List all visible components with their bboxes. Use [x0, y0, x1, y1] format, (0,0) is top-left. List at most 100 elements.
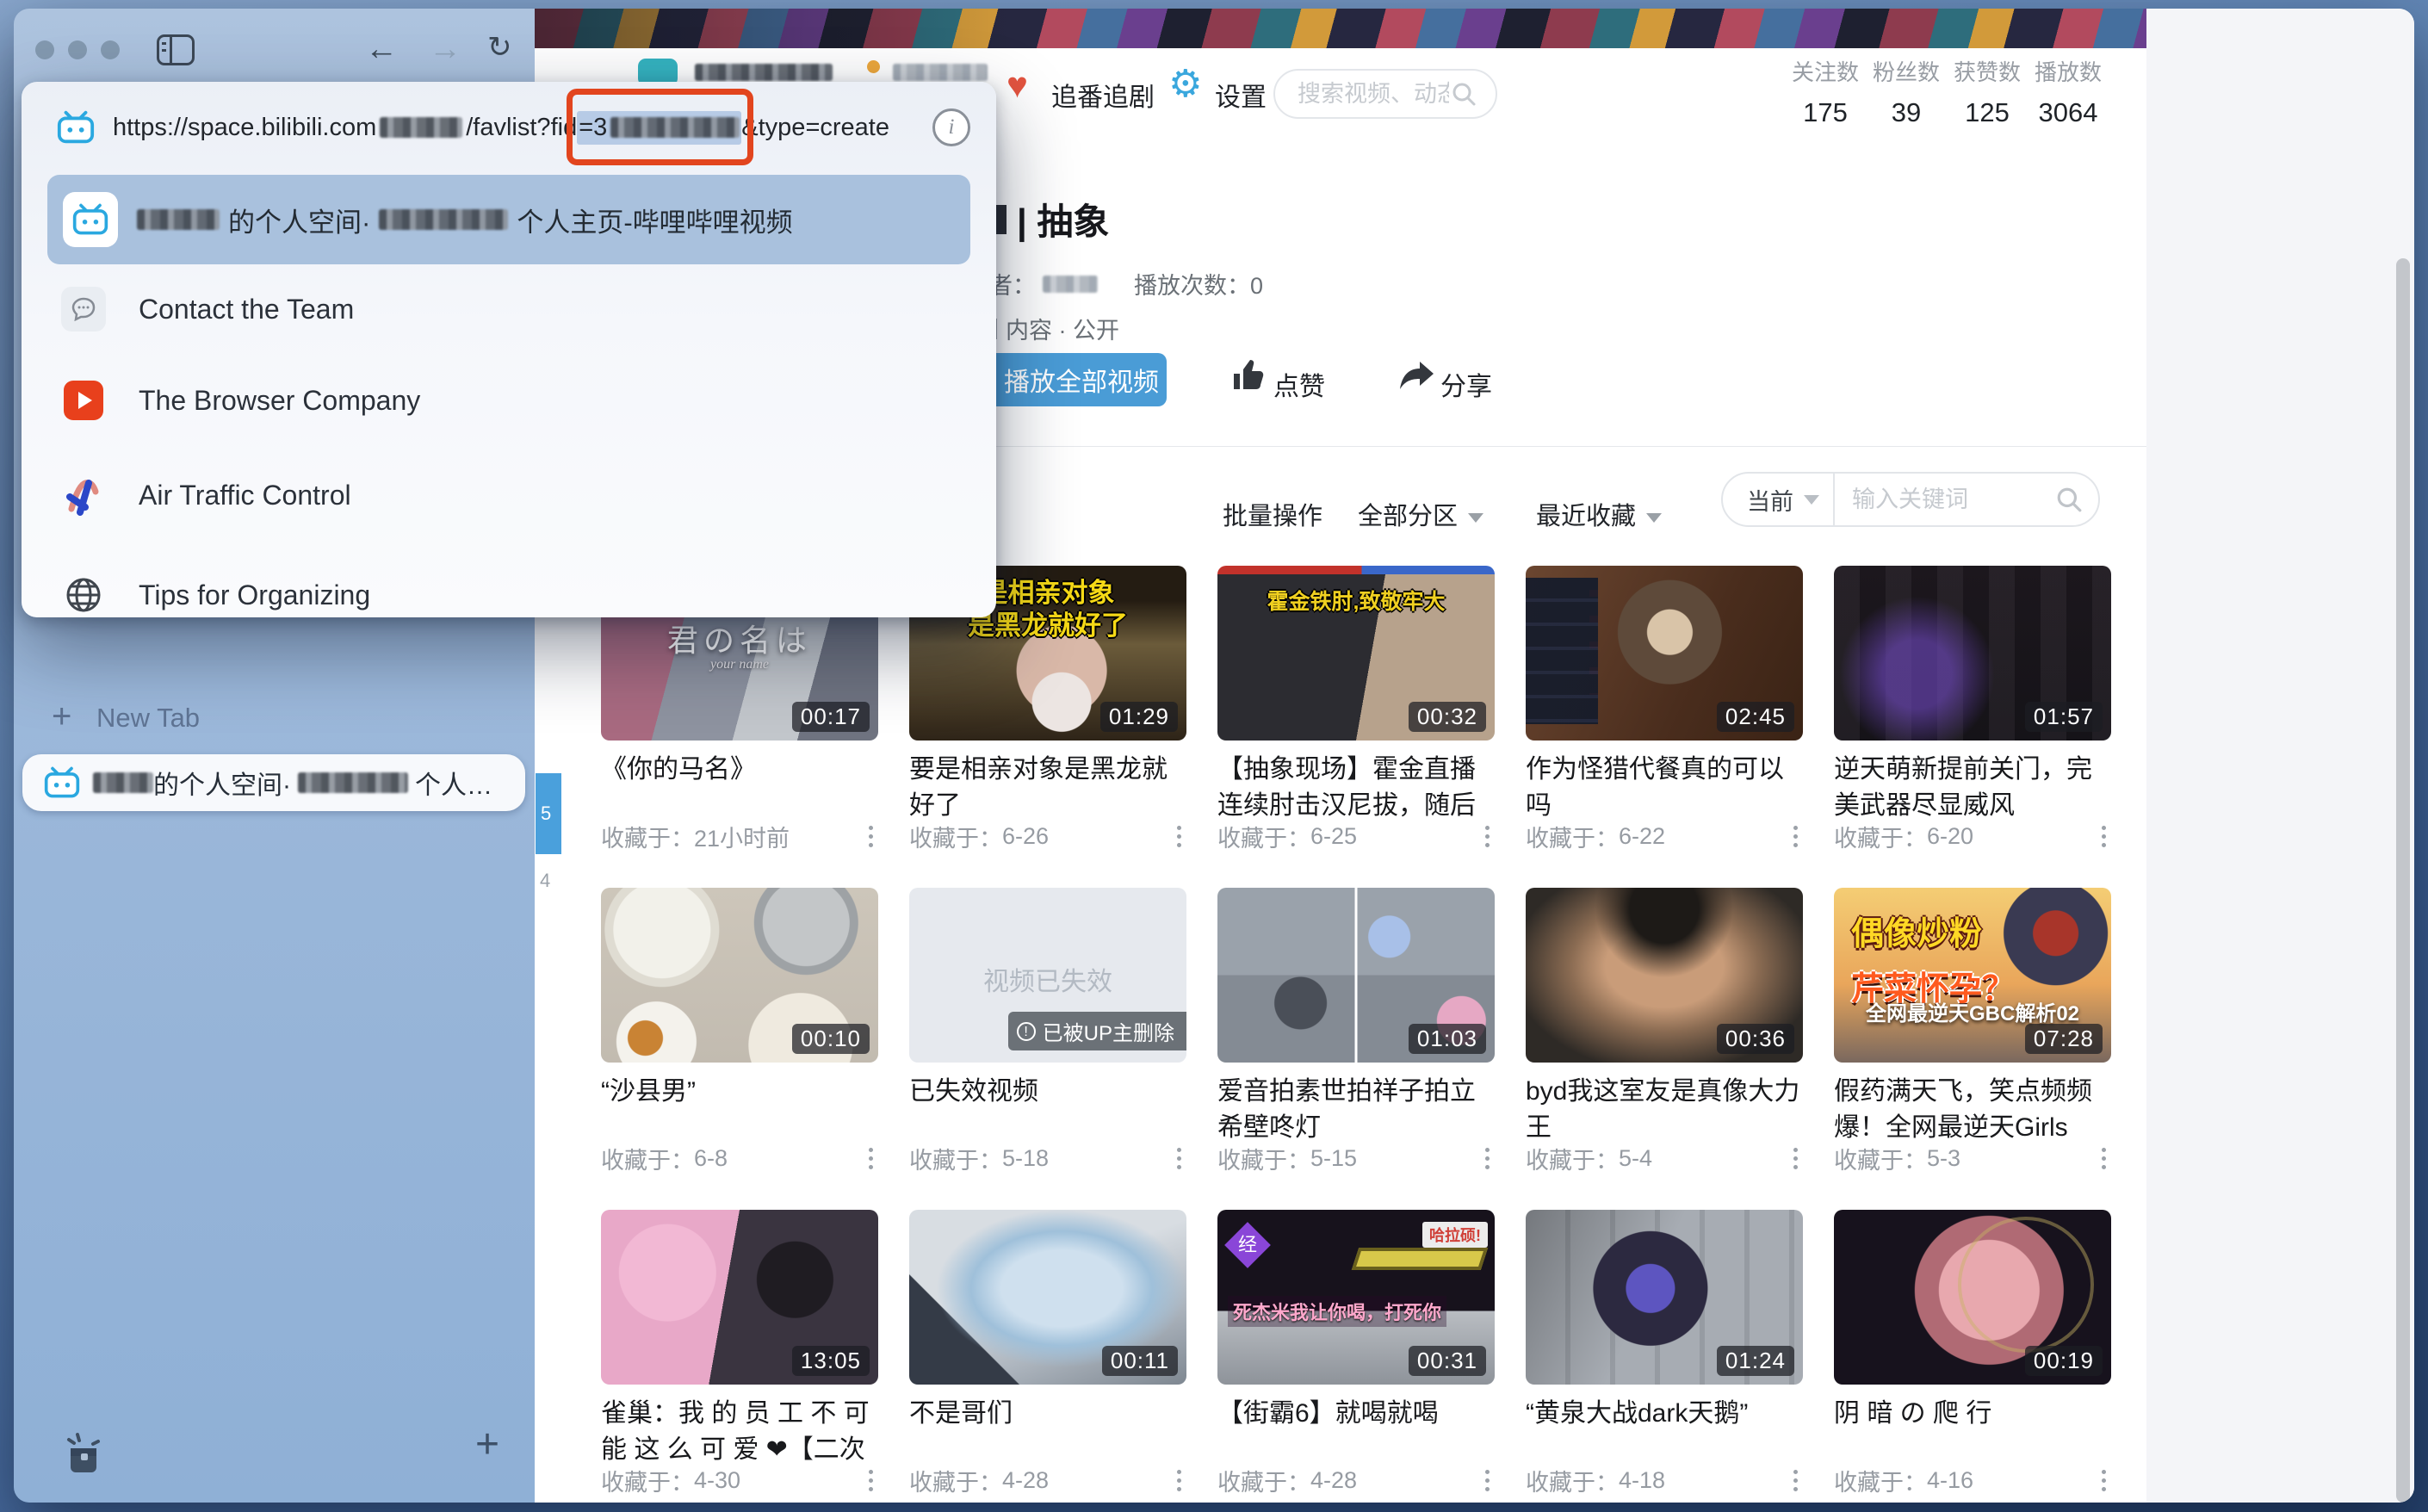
video-title[interactable]: 要是相亲对象是黑龙就好了 [909, 752, 1186, 824]
video-card[interactable]: 01:57 逆天萌新提前关门，完美武器尽显威风 收藏于： 6-20 [1834, 566, 2111, 853]
traffic-light-minimize-button[interactable] [68, 40, 87, 59]
video-thumbnail[interactable]: 00:31 经死杰米我让你喝，打死你哈拉硕! [1217, 1210, 1495, 1385]
video-card[interactable]: 07:28 偶像炒粉芹菜怀孕？全网最逆天GBC解析02 假药满天飞，笑点频频爆！… [1834, 888, 2111, 1175]
more-menu-icon[interactable] [869, 1470, 878, 1491]
sort-dropdown[interactable]: 最近收藏 [1536, 496, 1662, 532]
video-thumbnail[interactable]: 13:05 [601, 1210, 878, 1385]
more-menu-icon[interactable] [1485, 826, 1495, 847]
back-icon[interactable]: ← [365, 33, 398, 65]
share-button[interactable]: 分享 [1440, 365, 1492, 403]
video-thumbnail[interactable]: 00:32 霍金铁肘,致敬牢大 [1217, 566, 1495, 741]
more-menu-icon[interactable] [1793, 826, 1803, 847]
video-thumbnail[interactable]: 02:45 [1526, 566, 1803, 741]
forward-icon[interactable]: → [429, 33, 461, 65]
folder-selected-sliver[interactable]: 5 [536, 773, 561, 854]
active-tab[interactable]: 的个人空间· 个人… [22, 754, 525, 811]
video-card[interactable]: 13:05 雀巢：我 的 员 工 不 可 能 这 么 可 爱 ❤【二次元爆改 收… [601, 1210, 878, 1497]
more-menu-icon[interactable] [2102, 1470, 2111, 1491]
share-icon[interactable] [1397, 356, 1435, 394]
video-thumbnail[interactable]: 01:03 [1217, 888, 1495, 1063]
video-card[interactable]: 00:11 不是哥们 收藏于： 4-28 [909, 1210, 1186, 1497]
batch-action-button[interactable]: 批量操作 [1223, 496, 1322, 532]
play-all-button[interactable]: 播放全部视频 [996, 353, 1167, 406]
video-title[interactable]: 阴 暗 の 爬 行 [1834, 1396, 2111, 1468]
video-title[interactable]: 作为怪猎代餐真的可以吗 [1526, 752, 1803, 824]
video-title[interactable]: byd我这室友是真像大力王 [1526, 1074, 1803, 1146]
video-thumbnail[interactable]: 01:57 [1834, 566, 2111, 741]
suggestion-air-traffic-control[interactable]: Air Traffic Control [22, 461, 996, 530]
reload-icon[interactable]: ↻ [487, 33, 512, 62]
video-title[interactable]: 已失效视频 [909, 1074, 1186, 1146]
video-card[interactable]: 02:45 作为怪猎代餐真的可以吗 收藏于： 6-22 [1526, 566, 1803, 853]
more-menu-icon[interactable] [1485, 1470, 1495, 1491]
video-title[interactable]: “沙县男” [601, 1074, 878, 1146]
video-thumbnail[interactable]: 00:19 [1834, 1210, 2111, 1385]
keyword-search-box[interactable]: 当前 [1721, 472, 2100, 527]
video-title[interactable]: 假药满天飞，笑点频频爆！全网最逆天Girls Band Cry解析 [1834, 1074, 2111, 1146]
keyword-input[interactable] [1850, 486, 2022, 514]
library-gift-icon[interactable] [64, 1431, 105, 1476]
video-thumbnail[interactable]: 00:36 [1526, 888, 1803, 1063]
video-card[interactable]: 00:31 经死杰米我让你喝，打死你哈拉硕! 【街霸6】就喝就喝 收藏于： 4-… [1217, 1210, 1495, 1497]
more-menu-icon[interactable] [869, 826, 878, 847]
video-card[interactable]: 00:36 byd我这室友是真像大力王 收藏于： 5-4 [1526, 888, 1803, 1175]
video-title[interactable]: 《你的马名》 [601, 752, 878, 824]
more-menu-icon[interactable] [2102, 1148, 2111, 1169]
video-card[interactable]: 00:10 “沙县男” 收藏于： 6-8 [601, 888, 878, 1175]
video-title[interactable]: 【抽象现场】霍金直播连续肘击汉尼拔，随后直播间被封 [1217, 752, 1495, 824]
video-title[interactable]: 爱音拍素世拍祥子拍立希壁咚灯 [1217, 1074, 1495, 1146]
traffic-light-close-button[interactable] [35, 40, 54, 59]
video-thumbnail[interactable]: 07:28 偶像炒粉芹菜怀孕？全网最逆天GBC解析02 [1834, 888, 2111, 1063]
category-dropdown[interactable]: 全部分区 [1358, 496, 1483, 532]
video-card[interactable]: 00:32 霍金铁肘,致敬牢大 【抽象现场】霍金直播连续肘击汉尼拔，随后直播间被… [1217, 566, 1495, 853]
video-title[interactable]: 【街霸6】就喝就喝 [1217, 1396, 1495, 1468]
video-card[interactable]: 01:24 “黄泉大战dark天鹅” 收藏于： 4-18 [1526, 1210, 1803, 1497]
suggestion-browser-company[interactable]: The Browser Company [22, 366, 996, 435]
stat-follow[interactable]: 关注数 175 [1785, 55, 1866, 128]
chevron-down-icon[interactable] [1804, 495, 1819, 505]
search-icon[interactable] [2055, 486, 2083, 513]
video-card[interactable]: 00:19 阴 暗 の 爬 行 收藏于： 4-16 [1834, 1210, 2111, 1497]
invalid-overlay: 视频已失效 [909, 960, 1186, 998]
search-icon[interactable] [1451, 81, 1477, 107]
url-row[interactable]: https://space.bilibili.com /favlist?fid … [22, 97, 996, 158]
video-thumbnail[interactable]: 01:24 [1526, 1210, 1803, 1385]
video-card[interactable]: 视频已失效!已被UP主删除 已失效视频 收藏于： 5-18 [909, 888, 1186, 1175]
more-menu-icon[interactable] [869, 1148, 878, 1169]
info-icon[interactable]: i [932, 108, 970, 146]
scrollbar[interactable] [2396, 258, 2410, 1503]
new-space-plus-icon[interactable]: + [475, 1421, 499, 1468]
video-title[interactable]: 不是哥们 [909, 1396, 1186, 1468]
more-menu-icon[interactable] [2102, 826, 2111, 847]
new-tab-button[interactable]: New Tab [96, 703, 200, 734]
collected-date: 6-22 [1619, 823, 1665, 850]
stat-plays[interactable]: 播放数 3064 [2028, 55, 2109, 128]
bangumi-link[interactable]: 追番追剧 [1051, 76, 1155, 114]
like-button[interactable]: 点赞 [1273, 365, 1325, 403]
more-menu-icon[interactable] [1177, 1470, 1186, 1491]
sidebar-toggle-icon[interactable] [157, 34, 195, 65]
settings-link[interactable]: 设置 [1215, 76, 1267, 114]
more-menu-icon[interactable] [1793, 1470, 1803, 1491]
traffic-light-zoom-button[interactable] [101, 40, 120, 59]
stat-fans[interactable]: 粉丝数 39 [1866, 55, 1947, 128]
video-title[interactable]: “黄泉大战dark天鹅” [1526, 1396, 1803, 1468]
video-thumbnail[interactable]: 00:10 [601, 888, 878, 1063]
scope-dropdown[interactable]: 当前 [1747, 483, 1793, 517]
video-thumbnail[interactable]: 视频已失效!已被UP主删除 [909, 888, 1186, 1063]
suggestion-selected[interactable]: 的个人空间· 个人主页-哔哩哔哩视频 [47, 175, 970, 264]
more-menu-icon[interactable] [1485, 1148, 1495, 1169]
video-thumbnail[interactable]: 00:11 [909, 1210, 1186, 1385]
video-title[interactable]: 雀巢：我 的 员 工 不 可 能 这 么 可 爱 ❤【二次元爆改 [601, 1396, 878, 1468]
suggestion-contact-team[interactable]: Contact the Team [22, 275, 996, 344]
site-search-box[interactable] [1273, 69, 1497, 119]
more-menu-icon[interactable] [1177, 1148, 1186, 1169]
site-search-input[interactable] [1296, 80, 1451, 108]
stat-likes[interactable]: 获赞数 125 [1947, 55, 2028, 128]
more-menu-icon[interactable] [1793, 1148, 1803, 1169]
suggestion-tips-organizing[interactable]: Tips for Organizing [22, 561, 996, 629]
video-card[interactable]: 01:03 爱音拍素世拍祥子拍立希壁咚灯 收藏于： 5-15 [1217, 888, 1495, 1175]
video-title[interactable]: 逆天萌新提前关门，完美武器尽显威风 [1834, 752, 2111, 824]
more-menu-icon[interactable] [1177, 826, 1186, 847]
thumb-up-icon[interactable] [1229, 356, 1267, 394]
